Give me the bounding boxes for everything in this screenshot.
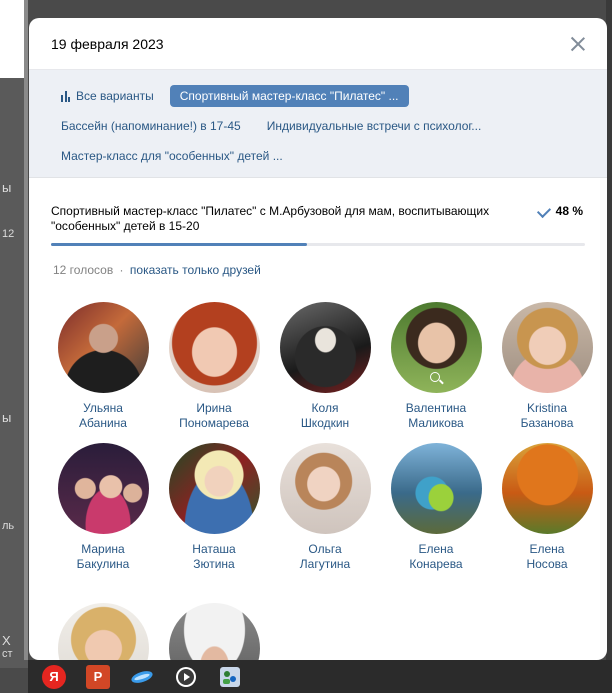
modal-header: 19 февраля 2023 [29, 18, 607, 70]
option-progress-fill [51, 243, 308, 246]
media-player-icon[interactable] [174, 665, 198, 689]
votes-count: 12 голосов [53, 263, 114, 277]
check-icon [536, 203, 551, 219]
voter-card[interactable] [48, 603, 158, 660]
voter-card[interactable]: Елена Конарева [381, 443, 491, 572]
voter-name[interactable]: Ольга Лагутина [270, 542, 380, 572]
app-icon[interactable] [130, 665, 154, 689]
powerpoint-icon[interactable]: P [86, 664, 110, 689]
voter-name[interactable]: Елена Конарева [381, 542, 491, 572]
voter-card[interactable]: Ульяна Абанина [48, 302, 158, 431]
voter-card[interactable]: Ирина Пономарева [159, 302, 269, 431]
voter-name[interactable]: Валентина Маликова [381, 401, 491, 431]
voter-card[interactable]: Наташа Зютина [159, 443, 269, 572]
background-text: ст [2, 648, 13, 660]
poll-options-tabs: Все варианты Спортивный мастер-класс "Пи… [29, 70, 607, 178]
option-text: Спортивный мастер-класс "Пилатес" с М.Ар… [51, 204, 490, 233]
background-text: ы [2, 180, 12, 195]
tab-option-pilates[interactable]: Спортивный мастер-класс "Пилатес" ... [169, 85, 409, 107]
avatar[interactable] [279, 302, 371, 393]
avatar[interactable] [57, 603, 149, 660]
background-edge [24, 0, 28, 660]
avatar[interactable] [501, 443, 593, 534]
background-text: Х [2, 633, 11, 648]
voter-name[interactable]: Марина Бакулина [48, 542, 158, 572]
selected-option: Спортивный мастер-класс "Пилатес" с М.Ар… [29, 178, 607, 246]
close-icon[interactable] [571, 37, 585, 51]
tab-option-psychologist[interactable]: Индивидуальные встречи с психолог... [257, 115, 492, 137]
modal-title: 19 февраля 2023 [51, 35, 164, 52]
voter-card[interactable]: Елена Носова [492, 443, 602, 572]
voter-name[interactable]: Ульяна Абанина [48, 401, 158, 431]
voter-card[interactable]: Kristina Базанова [492, 302, 602, 431]
tab-option-pool[interactable]: Бассейн (напоминание!) в 17-45 [51, 115, 251, 137]
voter-name[interactable]: Kristina Базанова [492, 401, 602, 431]
voter-card[interactable]: Ольга Лагутина [270, 443, 380, 572]
background-text: ы [2, 410, 12, 425]
voter-card[interactable] [159, 603, 269, 660]
avatar[interactable] [390, 302, 482, 393]
voter-card[interactable]: Коля Шкодкин [270, 302, 380, 431]
bar-chart-icon [61, 90, 70, 102]
avatar[interactable] [168, 302, 260, 393]
background-text: 12 [2, 228, 15, 240]
yandex-icon[interactable]: Я [42, 664, 66, 689]
avatar[interactable] [168, 603, 260, 660]
tab-all-label: Все варианты [76, 89, 154, 103]
voter-name[interactable]: Наташа Зютина [159, 542, 269, 572]
option-percent: 48 % [555, 204, 583, 218]
avatar[interactable] [168, 443, 260, 534]
taskbar: Я P [28, 660, 612, 693]
tab-all-options[interactable]: Все варианты [51, 85, 164, 107]
voter-name[interactable]: Коля Шкодкин [270, 401, 380, 431]
voter-card[interactable]: Валентина Маликова [381, 302, 491, 431]
zoom-icon[interactable] [429, 372, 440, 382]
background-text: ль [2, 520, 15, 532]
votes-separator: · [119, 263, 124, 277]
avatar[interactable] [279, 443, 371, 534]
show-friends-link[interactable]: показать только друзей [130, 263, 261, 277]
poll-voters-modal: 19 февраля 2023 Все варианты Спортивный … [29, 18, 607, 660]
avatar[interactable] [390, 443, 482, 534]
avatar[interactable] [57, 302, 149, 393]
avatar[interactable] [501, 302, 593, 393]
option-result: 48 % [536, 203, 585, 234]
users-icon[interactable] [218, 665, 242, 689]
voter-card[interactable]: Марина Бакулина [48, 443, 158, 572]
voter-name[interactable]: Елена Носова [492, 542, 602, 572]
tab-option-masterclass[interactable]: Мастер-класс для "особенных" детей ... [51, 145, 293, 167]
voter-name[interactable]: Ирина Пономарева [159, 401, 269, 431]
votes-summary: 12 голосов · показать только друзей [29, 246, 607, 277]
option-progress-bar [51, 243, 585, 246]
avatar[interactable] [57, 443, 149, 534]
